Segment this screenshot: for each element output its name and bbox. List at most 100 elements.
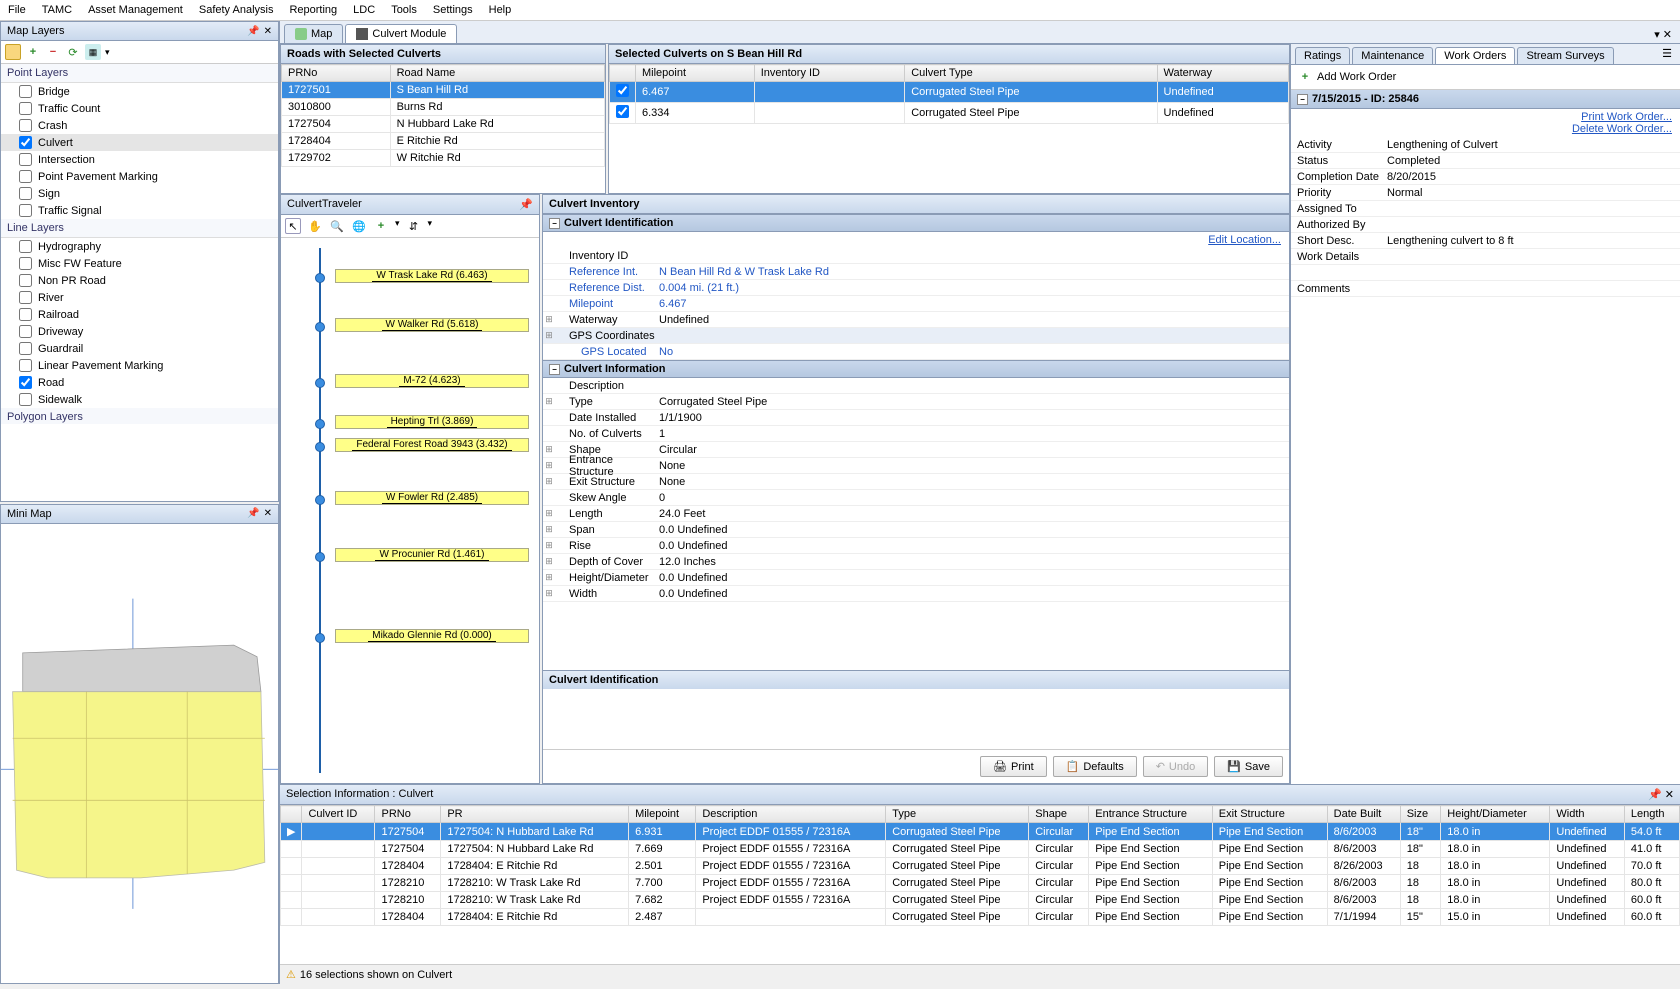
layer-checkbox[interactable]: [19, 102, 32, 115]
expand-icon[interactable]: ⊞: [543, 444, 555, 455]
layer-checkbox[interactable]: [19, 325, 32, 338]
expand-icon[interactable]: ⊞: [543, 524, 555, 535]
inv-row[interactable]: Milepoint6.467: [543, 296, 1289, 312]
tab-maintenance[interactable]: Maintenance: [1352, 47, 1433, 64]
row-checkbox[interactable]: [616, 105, 629, 118]
inv-row[interactable]: ⊞Rise0.0 Undefined: [543, 538, 1289, 554]
print-work-order-link[interactable]: Print Work Order...: [1299, 111, 1672, 123]
expand-icon[interactable]: ⊞: [543, 460, 555, 471]
col-header[interactable]: [610, 65, 636, 82]
layer-checkbox[interactable]: [19, 376, 32, 389]
layer-checkbox[interactable]: [19, 119, 32, 132]
wo-row[interactable]: Authorized By: [1291, 217, 1680, 233]
close-icon[interactable]: ✕: [1663, 29, 1672, 41]
col-header[interactable]: Milepoint: [636, 65, 755, 82]
inv-row[interactable]: Inventory ID: [543, 248, 1289, 264]
layer-item-traffic-count[interactable]: Traffic Count: [1, 100, 278, 117]
undo-button[interactable]: ↶ Undo: [1143, 756, 1209, 777]
folder-icon[interactable]: [5, 44, 21, 60]
layer-item-river[interactable]: River: [1, 289, 278, 306]
layer-checkbox[interactable]: [19, 85, 32, 98]
col-header[interactable]: Height/Diameter: [1441, 806, 1550, 823]
pin-icon[interactable]: 📌: [247, 508, 259, 519]
layer-item-linear-pavement-marking[interactable]: Linear Pavement Marking: [1, 357, 278, 374]
table-row[interactable]: 6.334Corrugated Steel PipeUndefined: [610, 103, 1289, 124]
inv-row[interactable]: ⊞GPS Coordinates: [543, 328, 1289, 344]
pin-icon[interactable]: 📌: [247, 26, 259, 37]
add-work-order-button[interactable]: + Add Work Order: [1291, 65, 1680, 90]
delete-work-order-link[interactable]: Delete Work Order...: [1299, 123, 1672, 135]
inv-row[interactable]: ⊞Length24.0 Feet: [543, 506, 1289, 522]
inv-row[interactable]: ⊞Height/Diameter0.0 Undefined: [543, 570, 1289, 586]
close-icon[interactable]: ✕: [1665, 789, 1674, 801]
expand-icon[interactable]: ⊞: [543, 314, 555, 325]
dropdown-icon[interactable]: ▾: [428, 218, 433, 234]
layer-checkbox[interactable]: [19, 136, 32, 149]
wo-row[interactable]: Assigned To: [1291, 201, 1680, 217]
expand-icon[interactable]: ⊞: [543, 476, 555, 487]
tree-icon[interactable]: ⇵: [406, 218, 422, 234]
dropdown-icon[interactable]: ▾: [105, 47, 110, 58]
expand-icon[interactable]: ⊞: [543, 588, 555, 599]
col-header[interactable]: Length: [1624, 806, 1679, 823]
menu-help[interactable]: Help: [489, 4, 512, 16]
layer-item-intersection[interactable]: Intersection: [1, 151, 278, 168]
table-row[interactable]: 1727504N Hubbard Lake Rd: [282, 116, 605, 133]
collapse-icon[interactable]: −: [549, 364, 560, 375]
layer-checkbox[interactable]: [19, 274, 32, 287]
layer-checkbox[interactable]: [19, 187, 32, 200]
table-row[interactable]: 17284041728404: E Ritchie Rd2.487Corruga…: [281, 909, 1680, 926]
table-row[interactable]: ▶17275041727504: N Hubbard Lake Rd6.931P…: [281, 823, 1680, 841]
close-icon[interactable]: ✕: [264, 26, 272, 37]
col-header[interactable]: Size: [1400, 806, 1441, 823]
inv-row[interactable]: Reference Int.N Bean Hill Rd & W Trask L…: [543, 264, 1289, 280]
expand-icon[interactable]: ⊞: [543, 330, 555, 341]
layer-item-non-pr-road[interactable]: Non PR Road: [1, 272, 278, 289]
col-header[interactable]: Culvert ID: [302, 806, 375, 823]
wo-row[interactable]: StatusCompleted: [1291, 153, 1680, 169]
layer-checkbox[interactable]: [19, 204, 32, 217]
table-row[interactable]: 6.467Corrugated Steel PipeUndefined: [610, 82, 1289, 103]
traveler-canvas[interactable]: W Trask Lake Rd (6.463)W Walker Rd (5.61…: [281, 238, 539, 783]
arrow-icon[interactable]: ↖: [285, 218, 301, 234]
wo-row[interactable]: Comments: [1291, 281, 1680, 297]
wo-row[interactable]: [1291, 265, 1680, 281]
collapse-icon[interactable]: −: [1297, 94, 1308, 105]
wo-row[interactable]: Work Details: [1291, 249, 1680, 265]
col-header[interactable]: Inventory ID: [754, 65, 905, 82]
layer-checkbox[interactable]: [19, 359, 32, 372]
pin-icon[interactable]: 📌: [519, 198, 533, 211]
defaults-button[interactable]: 📋 Defaults: [1053, 756, 1137, 777]
table-row[interactable]: 17282101728210: W Trask Lake Rd7.700Proj…: [281, 875, 1680, 892]
dropdown-icon[interactable]: ▾: [1654, 29, 1660, 41]
layer-item-railroad[interactable]: Railroad: [1, 306, 278, 323]
layer-checkbox[interactable]: [19, 153, 32, 166]
save-button[interactable]: 💾 Save: [1214, 756, 1283, 777]
inv-row[interactable]: ⊞Span0.0 Undefined: [543, 522, 1289, 538]
col-prno[interactable]: PRNo: [282, 65, 391, 82]
menu-ldc[interactable]: LDC: [353, 4, 375, 16]
col-header[interactable]: PRNo: [375, 806, 441, 823]
pin-icon[interactable]: 📌: [1648, 789, 1662, 801]
expand-icon[interactable]: ⊞: [543, 540, 555, 551]
menu-tools[interactable]: Tools: [391, 4, 417, 16]
layer-checkbox[interactable]: [19, 393, 32, 406]
inv-row[interactable]: Date Installed1/1/1900: [543, 410, 1289, 426]
layer-item-point-pavement-marking[interactable]: Point Pavement Marking: [1, 168, 278, 185]
minimap-canvas[interactable]: [0, 524, 279, 985]
layer-item-guardrail[interactable]: Guardrail: [1, 340, 278, 357]
add-icon[interactable]: +: [373, 218, 389, 234]
inv-row[interactable]: Description: [543, 378, 1289, 394]
layer-checkbox[interactable]: [19, 342, 32, 355]
tab-stream-surveys[interactable]: Stream Surveys: [1517, 47, 1613, 64]
tab-ratings[interactable]: Ratings: [1295, 47, 1350, 64]
tab-work-orders[interactable]: Work Orders: [1435, 47, 1515, 64]
col-header[interactable]: Culvert Type: [905, 65, 1157, 82]
layer-item-traffic-signal[interactable]: Traffic Signal: [1, 202, 278, 219]
table-row[interactable]: 1728404E Ritchie Rd: [282, 133, 605, 150]
col-road-name[interactable]: Road Name: [390, 65, 604, 82]
col-header[interactable]: Date Built: [1327, 806, 1400, 823]
menu-settings[interactable]: Settings: [433, 4, 473, 16]
wo-row[interactable]: PriorityNormal: [1291, 185, 1680, 201]
layer-checkbox[interactable]: [19, 257, 32, 270]
